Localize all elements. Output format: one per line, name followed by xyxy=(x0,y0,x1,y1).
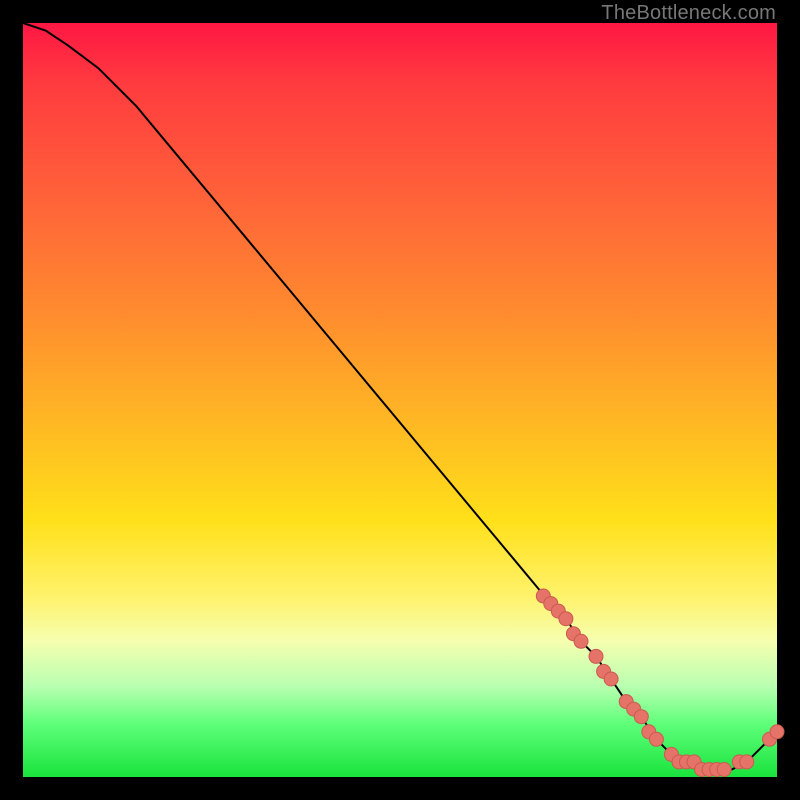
chart-frame: TheBottleneck.com xyxy=(0,0,800,800)
bottleneck-curve xyxy=(23,23,777,770)
marker-point xyxy=(604,672,618,686)
watermark-text: TheBottleneck.com xyxy=(601,2,776,25)
marker-point xyxy=(717,763,731,777)
chart-overlay xyxy=(23,23,777,777)
marker-point xyxy=(740,755,754,769)
marker-point xyxy=(559,612,573,626)
marker-point xyxy=(770,725,784,739)
curve-markers xyxy=(536,589,784,777)
plot-area xyxy=(23,23,777,777)
marker-point xyxy=(589,649,603,663)
marker-point xyxy=(649,732,663,746)
marker-point xyxy=(574,634,588,648)
marker-point xyxy=(634,710,648,724)
